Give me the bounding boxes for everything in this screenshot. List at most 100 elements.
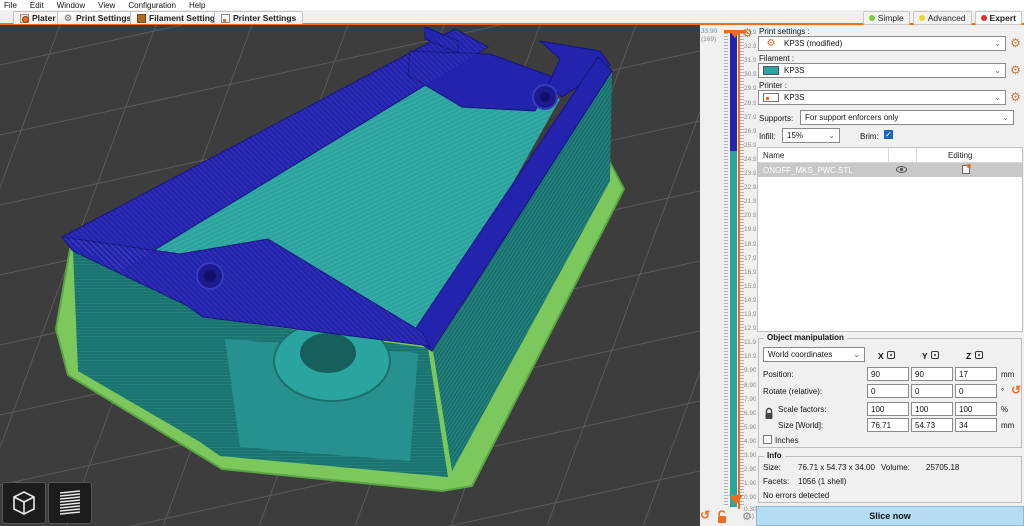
scale-y-input[interactable]	[911, 402, 953, 416]
slider-tick-label: 5.90	[744, 423, 757, 431]
slider-tick-label: 4.90	[744, 437, 757, 445]
slider-tick-label: 9.90	[744, 367, 757, 375]
menu-item-configuration[interactable]: Configuration	[128, 1, 176, 10]
object-row[interactable]: ONOFF_MKS_PWC.STL	[758, 163, 1022, 177]
mode-expert-label: Expert	[989, 13, 1016, 23]
rotate-unit: °	[1001, 387, 1005, 396]
position-z-input[interactable]	[955, 367, 997, 381]
info-facets-label: Facets:	[763, 477, 790, 486]
mode-switch: Simple Advanced Expert	[862, 11, 1022, 25]
menu-item-window[interactable]: Window	[57, 1, 85, 10]
scale-z-input[interactable]	[955, 402, 997, 416]
print-settings-value: KP3S (modified)	[784, 39, 843, 48]
reset-rotation-icon[interactable]: ↺	[1011, 383, 1021, 397]
slider-settings-gear-icon[interactable]: ⚙	[742, 26, 753, 40]
tab-filament-settings[interactable]: Filament Settings	[130, 11, 227, 24]
slider-tick-label: 1.90	[744, 480, 757, 488]
tab-printer-settings[interactable]: Printer Settings	[214, 11, 304, 24]
layers-view-button[interactable]	[48, 482, 92, 524]
slider-tick-label: 8.90	[744, 381, 757, 389]
layer-slider-column: 33.90 (169) 33.90 32.90 31.90 30.90 29.90 28.…	[700, 25, 760, 526]
mode-simple-label: Simple	[877, 13, 904, 23]
editing-column-header: Editing	[948, 151, 973, 160]
brim-checkbox[interactable]: ✓	[884, 130, 893, 139]
menu-item-file[interactable]: File	[4, 1, 17, 10]
slider-tick-label: 6.90	[744, 409, 757, 417]
layer-color-bar[interactable]	[730, 33, 737, 507]
inches-checkbox[interactable]	[763, 435, 772, 444]
scale-lock-icon[interactable]	[764, 407, 774, 422]
axis-y-icon	[931, 351, 939, 359]
slider-lower-thumb[interactable]	[729, 495, 743, 505]
slider-selection-line	[738, 31, 740, 509]
coordinates-value: World coordinates	[768, 350, 833, 359]
supports-value: For support enforcers only	[805, 113, 899, 122]
slider-top-count: (169)	[701, 36, 717, 43]
slice-now-button[interactable]: Slice now	[756, 506, 1024, 526]
slider-tick-label: 7.90	[744, 395, 757, 403]
menu-item-edit[interactable]: Edit	[30, 1, 44, 10]
menu-item-help[interactable]: Help	[189, 1, 205, 10]
menu-item-view[interactable]: View	[98, 1, 115, 10]
slider-unlock-icon[interactable]	[716, 510, 728, 526]
rotate-x-input[interactable]	[867, 384, 909, 398]
filament-label: Filament :	[759, 54, 795, 63]
print-settings-select[interactable]: ⚙ KP3S (modified) ⌄	[758, 36, 1006, 51]
mode-advanced-button[interactable]: Advanced	[912, 11, 972, 25]
scale-x-input[interactable]	[867, 402, 909, 416]
filament-select[interactable]: KP3S ⌄	[758, 63, 1006, 78]
slider-tick-label: 2.90	[744, 466, 757, 474]
mode-expert-button[interactable]: Expert	[974, 11, 1022, 25]
coordinates-select[interactable]: World coordinates ⌄	[763, 347, 865, 362]
rotate-z-input[interactable]	[955, 384, 997, 398]
3d-viewport[interactable]	[0, 25, 700, 526]
rotate-label: Rotate (relative):	[763, 387, 823, 396]
scale-unit: %	[1001, 405, 1009, 414]
info-size-label: Size:	[763, 463, 781, 472]
position-x-input[interactable]	[867, 367, 909, 381]
cube-icon	[13, 491, 35, 515]
infill-select[interactable]: 15% ⌄	[782, 128, 840, 143]
axis-x-icon	[887, 351, 895, 359]
mode-simple-button[interactable]: Simple	[862, 11, 910, 25]
slider-options-gear-icon[interactable]: ⚙	[742, 510, 752, 523]
eye-icon[interactable]	[896, 165, 907, 176]
chevron-down-icon: ⌄	[1002, 113, 1009, 122]
axis-x-header: X	[878, 351, 884, 361]
printer-icon	[221, 13, 230, 23]
slider-ticks-left	[724, 33, 728, 507]
tab-print-settings[interactable]: ⚙ Print Settings	[57, 11, 139, 24]
3d-view-button[interactable]	[2, 482, 46, 524]
object-manipulation-title: Object manipulation	[764, 333, 847, 342]
plater-icon	[20, 13, 29, 23]
rotate-y-input[interactable]	[911, 384, 953, 398]
tab-plater[interactable]: Plater	[13, 11, 63, 24]
slicer-app: File Edit Window View Configuration Help Plat…	[0, 0, 1024, 526]
printer-small-icon	[763, 93, 779, 102]
info-status: No errors detected	[763, 491, 830, 500]
supports-select[interactable]: For support enforcers only ⌄	[800, 110, 1014, 125]
axis-z-header: Z	[966, 351, 972, 361]
edit-icon[interactable]	[962, 164, 971, 174]
filament-edit-gear[interactable]: ⚙	[1009, 64, 1022, 77]
infill-label: Infill:	[759, 132, 776, 141]
info-volume-value: 25705.18	[926, 463, 960, 472]
simple-mode-dot-icon	[868, 15, 875, 21]
position-y-input[interactable]	[911, 367, 953, 381]
size-x-input[interactable]	[867, 418, 909, 432]
filament-icon	[137, 13, 146, 23]
supports-label: Supports:	[759, 114, 794, 123]
info-title: Info	[764, 451, 785, 460]
printer-select[interactable]: KP3S ⌄	[758, 90, 1006, 105]
print-settings-edit-gear[interactable]: ⚙	[1009, 37, 1022, 50]
tab-bar: Plater ⚙ Print Settings Filament Setting…	[0, 10, 1024, 25]
chevron-down-icon: ⌄	[994, 39, 1001, 48]
object-name: ONOFF_MKS_PWC.STL	[763, 166, 853, 175]
size-z-input[interactable]	[955, 418, 997, 432]
slider-reset-icon[interactable]: ↺	[700, 508, 710, 522]
printer-edit-gear[interactable]: ⚙	[1009, 91, 1022, 104]
size-y-input[interactable]	[911, 418, 953, 432]
infill-value: 15%	[787, 131, 804, 140]
tab-printer-settings-label: Printer Settings	[233, 13, 297, 23]
chevron-down-icon: ⌄	[853, 350, 860, 359]
